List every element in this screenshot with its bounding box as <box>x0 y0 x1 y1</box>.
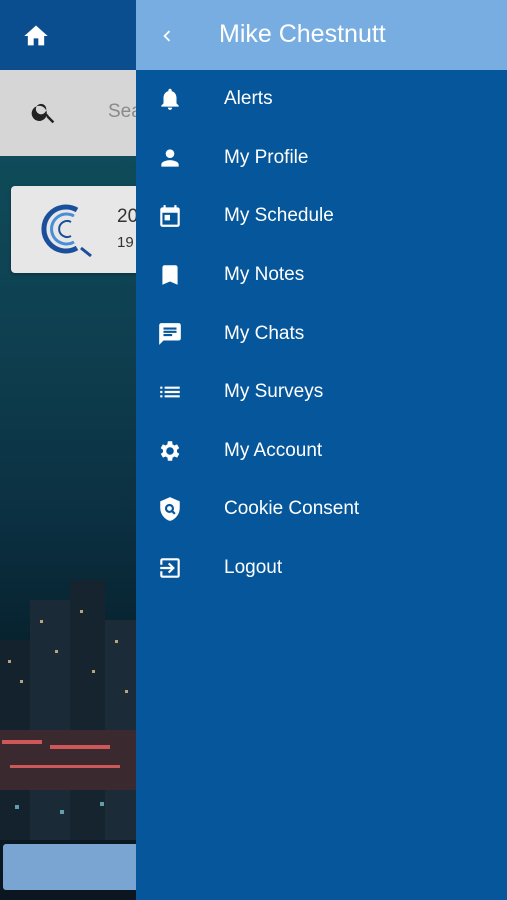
chat-icon <box>157 321 183 347</box>
menu-item-my-account[interactable]: My Account <box>136 422 507 481</box>
menu-item-logout[interactable]: Logout <box>136 539 507 598</box>
event-logo-icon <box>41 204 92 258</box>
chevron-left-icon[interactable] <box>156 25 178 47</box>
menu-item-my-profile[interactable]: My Profile <box>136 129 507 188</box>
shield-search-icon <box>157 496 183 522</box>
menu-item-my-schedule[interactable]: My Schedule <box>136 187 507 246</box>
menu-item-label: My Surveys <box>224 381 324 403</box>
menu-item-my-surveys[interactable]: My Surveys <box>136 363 507 422</box>
calendar-icon <box>157 203 183 229</box>
menu-item-label: My Chats <box>224 322 305 344</box>
navigation-drawer: Mike Chestnutt Alerts My Profile My Sche… <box>136 0 507 900</box>
bookmark-icon <box>157 262 183 288</box>
menu-item-cookie-consent[interactable]: Cookie Consent <box>136 480 507 539</box>
gear-icon <box>157 438 183 464</box>
menu-item-my-notes[interactable]: My Notes <box>136 246 507 305</box>
menu-item-label: My Schedule <box>224 205 334 227</box>
menu-item-label: My Account <box>224 439 323 461</box>
event-date: 19 <box>117 234 134 251</box>
logout-icon <box>157 555 183 581</box>
menu-item-alerts[interactable]: Alerts <box>136 70 507 129</box>
menu-item-label: Alerts <box>224 88 273 110</box>
search-icon[interactable] <box>30 98 58 126</box>
menu-item-label: Cookie Consent <box>224 498 360 520</box>
menu-item-label: Logout <box>224 557 283 579</box>
list-icon <box>157 379 183 405</box>
menu-item-label: My Notes <box>224 264 305 286</box>
bell-icon <box>157 86 183 112</box>
person-icon <box>157 145 183 171</box>
home-icon[interactable] <box>22 22 50 50</box>
drawer-menu: Alerts My Profile My Schedule My Notes M… <box>136 70 507 597</box>
drawer-header: Mike Chestnutt <box>136 0 507 70</box>
menu-item-my-chats[interactable]: My Chats <box>136 304 507 363</box>
event-title: 20 <box>117 206 139 227</box>
user-name: Mike Chestnutt <box>219 20 386 48</box>
menu-item-label: My Profile <box>224 146 309 168</box>
